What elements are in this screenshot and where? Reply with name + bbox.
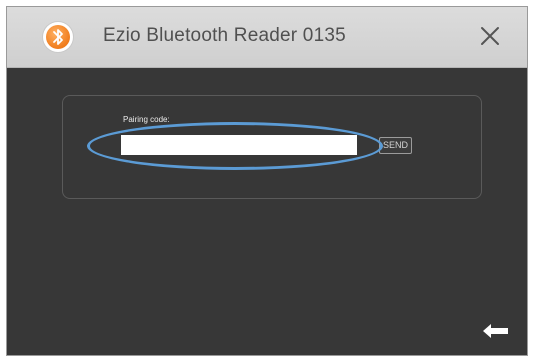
pairing-code-label: Pairing code:: [123, 115, 170, 124]
bluetooth-icon: [43, 22, 73, 52]
window-title: Ezio Bluetooth Reader 0135: [103, 25, 346, 46]
send-button[interactable]: SEND: [379, 137, 413, 154]
close-icon[interactable]: [479, 25, 501, 47]
back-arrow-icon[interactable]: [482, 323, 510, 339]
close-button[interactable]: [479, 25, 501, 47]
app-window: Ezio Bluetooth Reader 0135 Pairing code:…: [6, 6, 528, 356]
title-bar: Ezio Bluetooth Reader 0135: [7, 7, 527, 68]
back-button[interactable]: [482, 323, 510, 339]
pairing-code-input[interactable]: [121, 135, 357, 155]
